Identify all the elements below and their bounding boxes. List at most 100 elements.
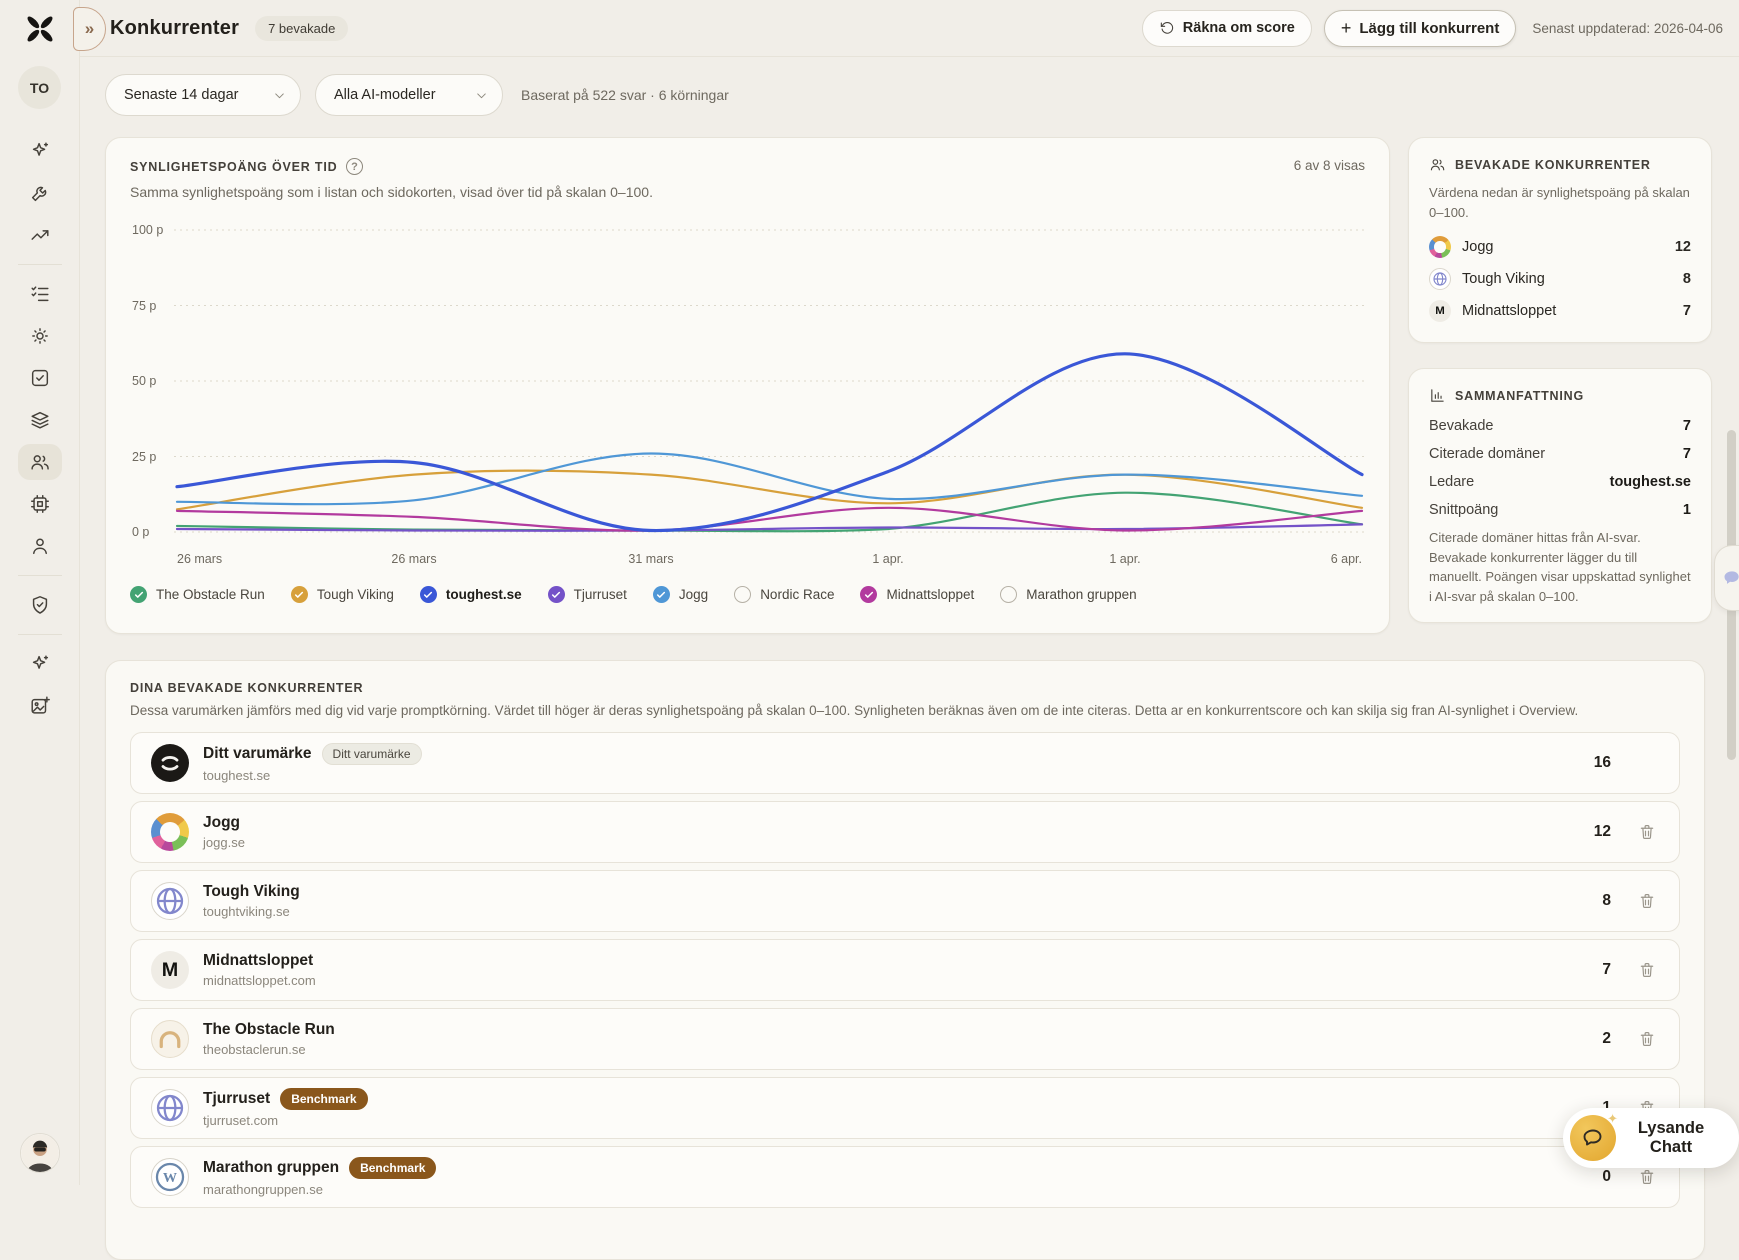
- sparkle-icon: ✦: [1607, 1111, 1618, 1127]
- legend-label: The Obstacle Run: [156, 587, 265, 602]
- watched-item-score: 12: [1675, 239, 1691, 255]
- delete-competitor-button[interactable]: [1635, 1027, 1659, 1051]
- brand-dark-logo: [151, 744, 189, 782]
- trash-icon: [1638, 961, 1656, 979]
- competitor-row-jogg: Joggjogg.se12: [130, 801, 1680, 863]
- competitor-domain: toughest.se: [203, 768, 422, 783]
- y-tick-label: 50 p: [132, 374, 156, 388]
- legend-item-tough-viking[interactable]: Tough Viking: [291, 586, 394, 603]
- recount-score-button[interactable]: Räkna om score: [1142, 10, 1312, 47]
- legend-check-icon: [548, 586, 565, 603]
- delete-competitor-button[interactable]: [1635, 958, 1659, 982]
- x-axis-labels: 26 mars26 mars31 mars1 apr.1 apr.6 apr.: [174, 552, 1365, 570]
- summary-panel: Sammanfattning Bevakade7Citerade domäner…: [1408, 368, 1712, 623]
- competitor-info: Ditt varumärkeDitt varumärketoughest.se: [203, 743, 422, 783]
- competitor-row-tough-viking: Tough Vikingtoughtviking.se8: [130, 870, 1680, 932]
- check-square-icon: [29, 367, 51, 389]
- sidebar-item-layers[interactable]: [18, 402, 62, 438]
- period-select[interactable]: Senaste 14 dagar: [105, 74, 301, 116]
- image-plus-icon: [29, 695, 51, 717]
- sidebar-item-trends[interactable]: [18, 217, 62, 253]
- help-icon[interactable]: ?: [346, 158, 363, 175]
- legend-label: Tough Viking: [317, 587, 394, 602]
- sidebar-item-checklist[interactable]: [18, 276, 62, 312]
- legend-item-tjurruset[interactable]: Tjurruset: [548, 586, 627, 603]
- legend-unchecked-icon: [1000, 586, 1017, 603]
- sidebar-item-sparkles[interactable]: [18, 133, 62, 169]
- app-logo-icon[interactable]: [20, 9, 60, 49]
- sidebar-item-models[interactable]: [18, 486, 62, 522]
- wrench-icon: [29, 182, 51, 204]
- watched-list: Jogg12Tough Viking8MMidnattsloppet7: [1429, 236, 1691, 322]
- summary-panel-title: Sammanfattning: [1455, 389, 1584, 403]
- chat-launcher-button[interactable]: ✦ Lysande Chatt: [1563, 1108, 1739, 1168]
- delete-competitor-button[interactable]: [1635, 820, 1659, 844]
- add-competitor-label: Lägg till konkurrent: [1359, 20, 1499, 37]
- workspace-badge[interactable]: TO: [18, 66, 61, 109]
- competitor-info: Midnattsloppetmidnattsloppet.com: [203, 952, 316, 988]
- trending-up-icon: [29, 224, 51, 246]
- x-tick-label: 31 mars: [628, 552, 673, 566]
- sidebar-item-profile[interactable]: [18, 528, 62, 564]
- legend-label: Marathon gruppen: [1026, 587, 1136, 602]
- legend-item-jogg[interactable]: Jogg: [653, 586, 708, 603]
- competitor-name: Ditt varumärke: [203, 745, 312, 763]
- legend-item-marathon-gruppen[interactable]: Marathon gruppen: [1000, 586, 1136, 603]
- sidebar-item-sun[interactable]: [18, 318, 62, 354]
- watched-item-score: 7: [1683, 303, 1691, 319]
- chip-icon: [29, 493, 51, 515]
- legend-unchecked-icon: [734, 586, 751, 603]
- watched-item-score: 8: [1683, 271, 1691, 287]
- summary-label: Snittpoäng: [1429, 502, 1498, 518]
- legend-check-icon: [860, 586, 877, 603]
- legend-item-the-obstacle-run[interactable]: The Obstacle Run: [130, 586, 265, 603]
- competitor-name: Midnattsloppet: [203, 952, 313, 970]
- legend-item-toughest-se[interactable]: toughest.se: [420, 586, 522, 603]
- competitor-domain: marathongruppen.se: [203, 1182, 436, 1197]
- competitor-row-ditt-varum-rke: Ditt varumärkeDitt varumärketoughest.se1…: [130, 732, 1680, 794]
- legend-label: Nordic Race: [760, 587, 834, 602]
- sidebar-item-ai-tools[interactable]: [18, 646, 62, 682]
- competitor-list-description: Dessa varumärken jämförs med dig vid var…: [130, 703, 1680, 718]
- shield-check-icon: [29, 594, 51, 616]
- sidebar-item-media[interactable]: [18, 688, 62, 724]
- plus-icon: +: [1341, 19, 1352, 37]
- competitors-page: { "app": { "title": "Konkurrenter", "tit…: [0, 0, 1739, 1185]
- summary-value: 1: [1683, 502, 1691, 518]
- watched-item-name: Jogg: [1462, 239, 1493, 255]
- sidebar-item-competitors[interactable]: [18, 444, 62, 480]
- model-select[interactable]: Alla AI-modeller: [315, 74, 503, 116]
- add-competitor-button[interactable]: + Lägg till konkurrent: [1324, 10, 1517, 47]
- sidebar-item-security[interactable]: [18, 587, 62, 623]
- legend-item-nordic-race[interactable]: Nordic Race: [734, 586, 834, 603]
- chat-side-tab[interactable]: [1714, 545, 1739, 611]
- delete-competitor-button[interactable]: [1635, 1165, 1659, 1189]
- legend-check-icon: [420, 586, 437, 603]
- competitor-row-marathon-gruppen: WMarathon gruppenBenchmarkmarathongruppe…: [130, 1146, 1680, 1208]
- competitor-info: TjurrusetBenchmarktjurruset.com: [203, 1088, 368, 1128]
- chevron-down-icon: [272, 88, 287, 103]
- filter-bar: Senaste 14 dagar Alla AI-modeller Basera…: [105, 74, 729, 116]
- chat-label: Lysande Chatt: [1630, 1119, 1712, 1157]
- competitor-rows: Ditt varumärkeDitt varumärketoughest.se1…: [130, 732, 1680, 1208]
- summary-row-bevakade: Bevakade7: [1429, 418, 1691, 434]
- user-avatar[interactable]: [20, 1133, 60, 1173]
- watched-panel-note: Värdena nedan är synlighetspoäng på skal…: [1429, 183, 1691, 222]
- visibility-chart-svg[interactable]: [174, 216, 1365, 546]
- x-tick-label: 6 apr.: [1331, 552, 1362, 566]
- competitor-row-tjurruset: TjurrusetBenchmarktjurruset.com1: [130, 1077, 1680, 1139]
- benchmark-badge: Benchmark: [280, 1088, 367, 1110]
- sidebar-item-tasks[interactable]: [18, 360, 62, 396]
- x-tick-label: 26 mars: [177, 552, 222, 566]
- legend-item-midnattsloppet[interactable]: Midnattsloppet: [860, 586, 974, 603]
- delete-competitor-button[interactable]: [1635, 889, 1659, 913]
- chart-legend: The Obstacle Run Tough Viking toughest.se T…: [130, 586, 1365, 603]
- summary-row-ledare: Ledaretoughest.se: [1429, 474, 1691, 490]
- watched-item-jogg: Jogg 12: [1429, 236, 1691, 258]
- competitor-info: Joggjogg.se: [203, 814, 245, 850]
- legend-label: Tjurruset: [574, 587, 627, 602]
- rotate-ccw-icon: [1159, 20, 1175, 36]
- sun-icon: [29, 325, 51, 347]
- chart-subtitle: Samma synlighetspoäng som i listan och s…: [130, 184, 1365, 200]
- sidebar-item-tools[interactable]: [18, 175, 62, 211]
